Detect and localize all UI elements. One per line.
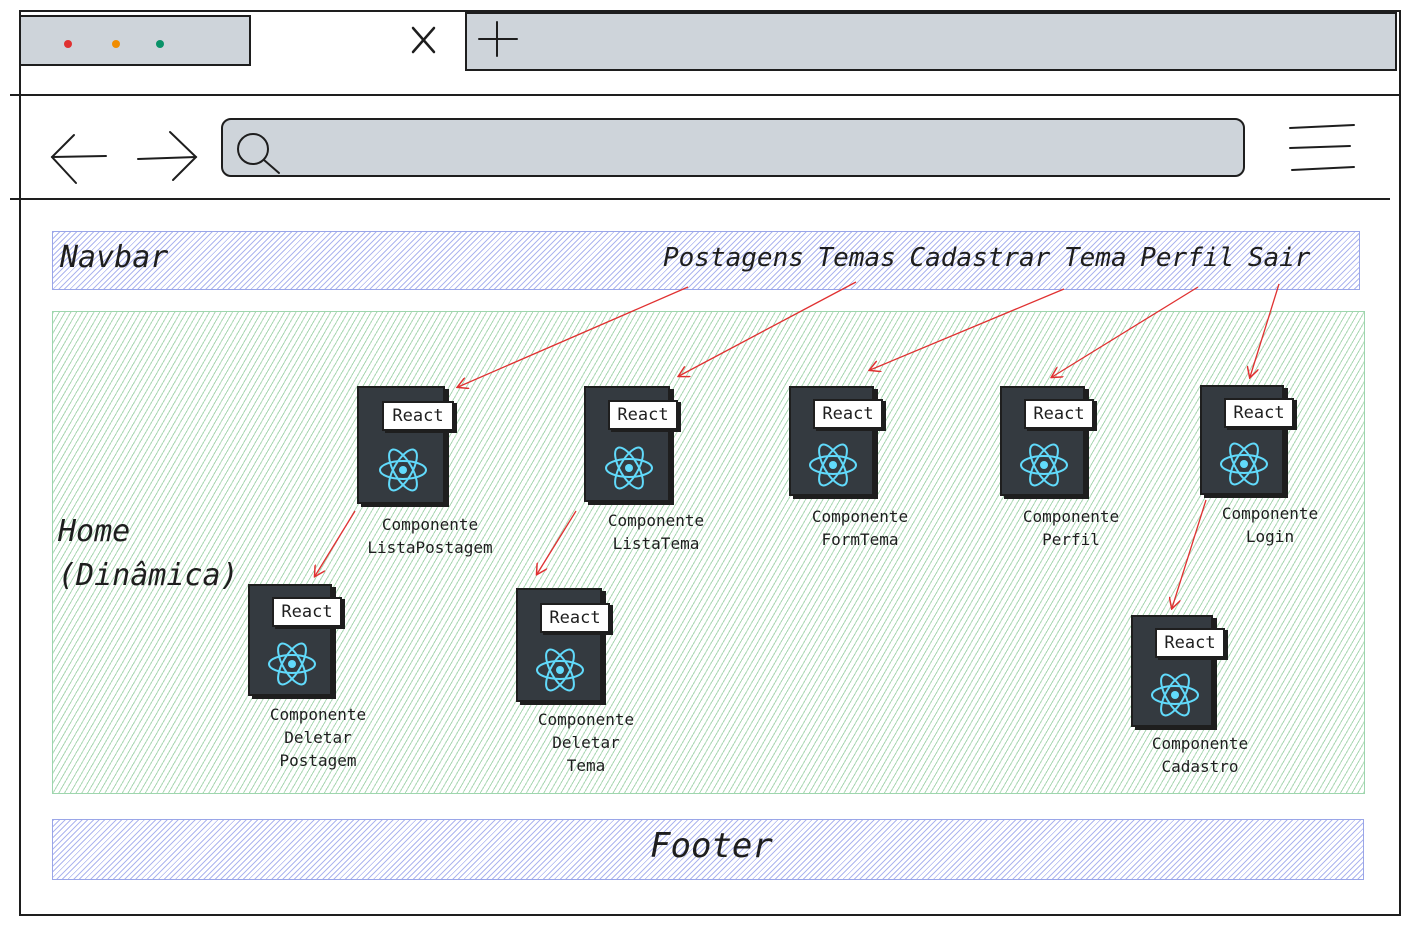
arrow-login-to-cadastro [1172, 499, 1207, 608]
arrow-perfil-to-perfil [1052, 286, 1199, 377]
arrow-postagens-to-listapostagem [458, 286, 689, 387]
arrow-temas-to-listatema [679, 281, 857, 376]
arrow-listatema-to-deletar-tema [537, 510, 577, 574]
arrow-sair-to-login [1250, 283, 1280, 377]
connector-arrows [0, 281, 1280, 928]
arrow-listapostagem-to-deletar-postagem [315, 510, 356, 576]
arrow-cadastrar-tema-to-formtema [870, 288, 1065, 370]
